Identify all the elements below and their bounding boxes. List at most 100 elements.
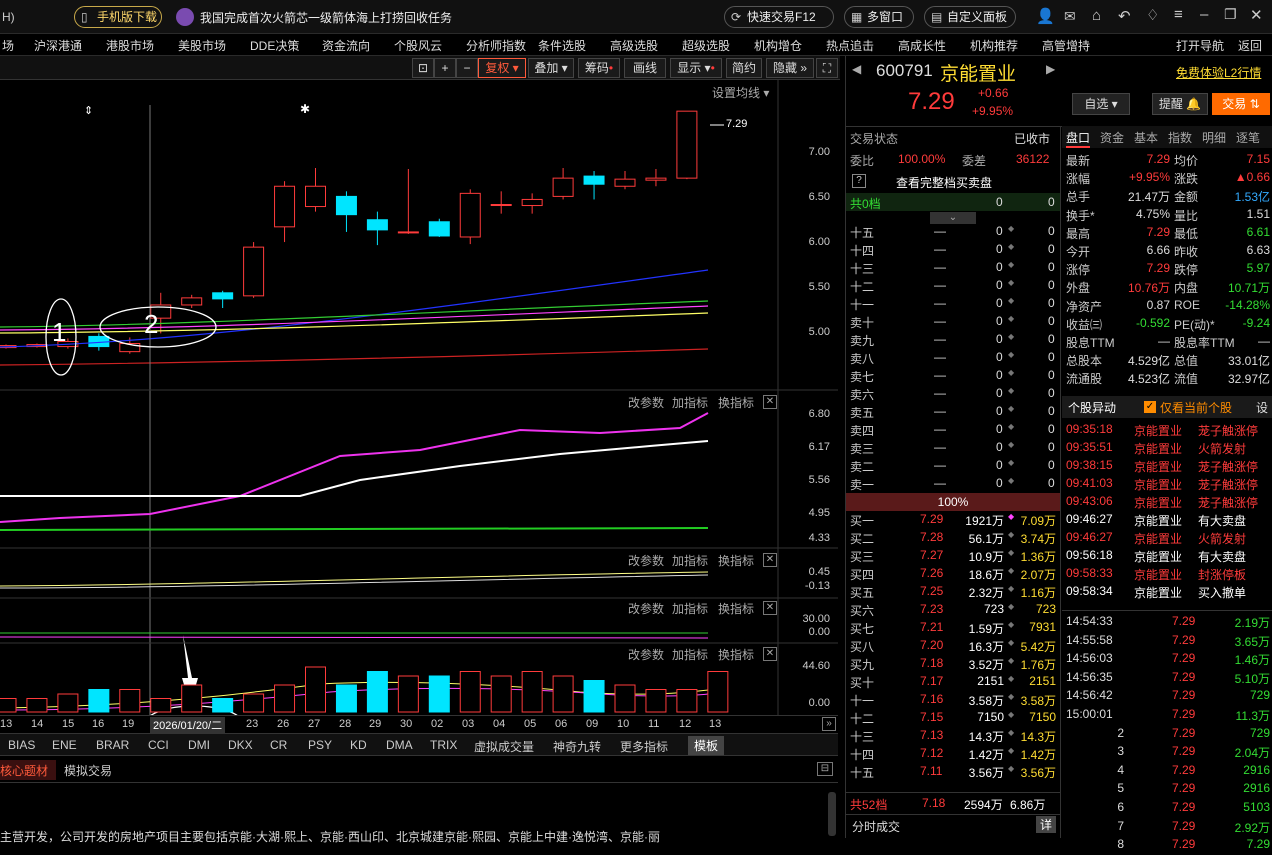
sell-level-row[interactable]: 卖三 — 0 ◆ 0 bbox=[846, 440, 1060, 458]
indicator-tab[interactable]: 虚拟成交量 bbox=[474, 738, 534, 755]
switch-indicator-button[interactable]: 换指标 bbox=[718, 646, 754, 663]
alert-button[interactable]: 提醒 🔔 bbox=[1152, 93, 1208, 115]
detail-button[interactable]: 详 bbox=[1036, 816, 1057, 833]
menu-item[interactable]: 高级选股 bbox=[610, 37, 658, 54]
maximize-icon[interactable]: ❐ bbox=[1224, 6, 1237, 23]
sell-level-row[interactable]: 卖二 — 0 ◆ 0 bbox=[846, 458, 1060, 476]
custom-panel-button[interactable]: ▤ 自定义面板 bbox=[924, 6, 1016, 28]
yidong-row[interactable]: 09:46:27 京能置业 火箭发射 bbox=[1062, 530, 1272, 548]
jianyue-button[interactable]: 简约 bbox=[726, 58, 762, 78]
indicator-tab[interactable]: CCI bbox=[148, 738, 169, 752]
huaxian-button[interactable]: 画线 bbox=[624, 58, 666, 78]
scroll-right-icon[interactable]: » bbox=[822, 717, 836, 731]
change-params-button[interactable]: 改参数 bbox=[628, 600, 664, 617]
indicator-tab[interactable]: TRIX bbox=[430, 738, 457, 752]
chouma-button[interactable]: 筹码• bbox=[578, 58, 620, 78]
indicator-tab[interactable]: DKX bbox=[228, 738, 253, 752]
switch-indicator-button[interactable]: 换指标 bbox=[718, 394, 754, 411]
menu-item[interactable]: 打开导航 bbox=[1176, 37, 1224, 54]
lock-icon[interactable]: ⊡ bbox=[412, 58, 434, 78]
buy-level-row[interactable]: 十四 7.12 1.42万 ◆ 1.42万 bbox=[846, 746, 1060, 764]
switch-indicator-button[interactable]: 换指标 bbox=[718, 600, 754, 617]
indicator-tab[interactable]: BRAR bbox=[96, 738, 129, 752]
yidong-row[interactable]: 09:35:18 京能置业 茏子触涨停 bbox=[1062, 422, 1272, 440]
menu-item[interactable]: 资金流向 bbox=[322, 37, 370, 54]
sell-level-row[interactable]: 十四 — 0 ◆ 0 bbox=[846, 242, 1060, 260]
menu-item[interactable]: 超级选股 bbox=[682, 37, 730, 54]
close-panel-icon[interactable]: ✕ bbox=[763, 647, 777, 661]
minimize-icon[interactable]: – bbox=[1200, 6, 1208, 23]
news-headline[interactable]: 我国完成首次火箭芯一级箭体海上打捞回收任务 bbox=[200, 9, 452, 26]
tab-jiben[interactable]: 基本 bbox=[1134, 129, 1158, 146]
yidong-row[interactable]: 09:41:03 京能置业 茏子触涨停 bbox=[1062, 476, 1272, 494]
free-l2-link[interactable]: 免费体验L2行情 bbox=[1176, 64, 1261, 81]
change-params-button[interactable]: 改参数 bbox=[628, 552, 664, 569]
close-panel-icon[interactable]: ✕ bbox=[763, 553, 777, 567]
yincang-button[interactable]: 隐藏 » bbox=[766, 58, 814, 78]
indicator-tab[interactable]: BIAS bbox=[8, 738, 35, 752]
kline-chart-area[interactable]: ⇕ ✱ 设置均线 ▾ 7.29 1 2 7.00 6.50 6.00 5.50 … bbox=[0, 80, 838, 715]
buy-level-row[interactable]: 买六 7.23 723 ◆ 723 bbox=[846, 602, 1060, 620]
mobile-download-button[interactable]: ▯ 手机版下载 bbox=[74, 6, 162, 28]
fuquan-button[interactable]: 复权 ▾ bbox=[478, 58, 526, 78]
fullscreen-icon[interactable]: ⛶ bbox=[816, 58, 838, 78]
settings-ma-button[interactable]: 设置均线 ▾ bbox=[712, 84, 769, 101]
add-watchlist-button[interactable]: 自选 ▾ bbox=[1072, 93, 1130, 115]
add-indicator-button[interactable]: 加指标 bbox=[672, 394, 708, 411]
prev-stock-icon[interactable]: ◀ bbox=[852, 62, 861, 76]
indicator-tab[interactable]: ENE bbox=[52, 738, 77, 752]
trade-button[interactable]: 交易 ⇅ bbox=[1212, 93, 1270, 115]
sell-level-row[interactable]: 卖七 — 0 ◆ 0 bbox=[846, 368, 1060, 386]
sell-level-row[interactable]: 卖六 — 0 ◆ 0 bbox=[846, 386, 1060, 404]
menu-item[interactable]: 高管增持 bbox=[1042, 37, 1090, 54]
buy-level-row[interactable]: 买一 7.29 1921万 ◆ 7.09万 bbox=[846, 512, 1060, 530]
indicator-tab[interactable]: KD bbox=[350, 738, 367, 752]
user-icon[interactable]: 👤 bbox=[1036, 7, 1055, 25]
yidong-row[interactable]: 09:35:51 京能置业 火箭发射 bbox=[1062, 440, 1272, 458]
buy-level-row[interactable]: 买十 7.17 2151 ◆ 2151 bbox=[846, 674, 1060, 692]
buy-level-row[interactable]: 十五 7.11 3.56万 ◆ 3.56万 bbox=[846, 764, 1060, 782]
sell-level-row[interactable]: 卖五 — 0 ◆ 0 bbox=[846, 404, 1060, 422]
add-indicator-button[interactable]: 加指标 bbox=[672, 552, 708, 569]
close-icon[interactable]: ✕ bbox=[1250, 6, 1263, 24]
yidong-row[interactable]: 09:56:18 京能置业 有大卖盘 bbox=[1062, 548, 1272, 566]
sell-level-row[interactable]: 十二 — 0 ◆ 0 bbox=[846, 278, 1060, 296]
checkbox-icon[interactable]: ✓ bbox=[1144, 401, 1156, 413]
yidong-row[interactable]: 09:58:33 京能置业 封涨停板 bbox=[1062, 566, 1272, 584]
collapse-icon[interactable]: ⌄ bbox=[930, 212, 976, 224]
indicator-tab[interactable]: DMA bbox=[386, 738, 413, 752]
help-icon[interactable]: ? bbox=[852, 174, 866, 188]
menu-item[interactable]: 机构推荐 bbox=[970, 37, 1018, 54]
menu-item[interactable]: 场 bbox=[2, 37, 14, 54]
menu-item[interactable]: 热点追击 bbox=[826, 37, 874, 54]
sell-level-row[interactable]: 十五 — 0 ◆ 0 bbox=[846, 224, 1060, 242]
tab-mingxi[interactable]: 明细 bbox=[1202, 129, 1226, 146]
menu-item[interactable]: 沪深港通 bbox=[34, 37, 82, 54]
sell-level-row[interactable]: 卖一 — 0 ◆ 0 bbox=[846, 476, 1060, 494]
close-panel-icon[interactable]: ✕ bbox=[763, 395, 777, 409]
home-icon[interactable]: ⌂ bbox=[1092, 7, 1101, 24]
menu-item[interactable]: 返回 bbox=[1238, 37, 1262, 54]
buy-level-row[interactable]: 买四 7.26 18.6万 ◆ 2.07万 bbox=[846, 566, 1060, 584]
add-indicator-button[interactable]: 加指标 bbox=[672, 600, 708, 617]
buy-level-row[interactable]: 买八 7.20 16.3万 ◆ 5.42万 bbox=[846, 638, 1060, 656]
sell-level-row[interactable]: 卖四 — 0 ◆ 0 bbox=[846, 422, 1060, 440]
menu-item[interactable]: DDE决策 bbox=[250, 37, 299, 54]
back-icon[interactable]: ↶ bbox=[1118, 7, 1131, 25]
buy-level-row[interactable]: 十一 7.16 3.58万 ◆ 3.58万 bbox=[846, 692, 1060, 710]
tab-simulated-trade[interactable]: 模拟交易 bbox=[64, 762, 112, 779]
full-book-link[interactable]: 查看完整档买卖盘 bbox=[896, 174, 992, 191]
menu-item[interactable]: 个股风云 bbox=[394, 37, 442, 54]
change-params-button[interactable]: 改参数 bbox=[628, 646, 664, 663]
tab-pankou[interactable]: 盘口 bbox=[1066, 129, 1091, 148]
menu-icon[interactable]: ≡ bbox=[1174, 6, 1183, 23]
yidong-row[interactable]: 09:38:15 京能置业 茏子触涨停 bbox=[1062, 458, 1272, 476]
change-params-button[interactable]: 改参数 bbox=[628, 394, 664, 411]
indicator-tab[interactable]: CR bbox=[270, 738, 287, 752]
buy-level-row[interactable]: 十三 7.13 14.3万 ◆ 14.3万 bbox=[846, 728, 1060, 746]
sell-level-row[interactable]: 卖八 — 0 ◆ 0 bbox=[846, 350, 1060, 368]
diejia-button[interactable]: 叠加 ▾ bbox=[528, 58, 574, 78]
zoom-in-icon[interactable]: + bbox=[434, 58, 456, 78]
yidong-row[interactable]: 09:46:27 京能置业 有大卖盘 bbox=[1062, 512, 1272, 530]
tab-core-topic[interactable]: 核心题材 bbox=[0, 760, 57, 780]
